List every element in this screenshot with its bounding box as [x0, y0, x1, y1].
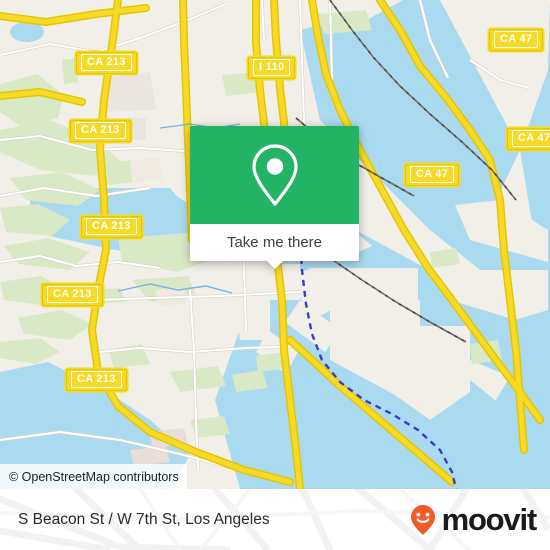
moovit-smiley-pin-icon [410, 504, 435, 535]
location-pin-icon [251, 144, 298, 206]
highway-shield-label: CA 47 [512, 130, 550, 147]
address-label: S Beacon St / W 7th St, Los Angeles [18, 510, 270, 528]
highway-shield-label: I 110 [253, 59, 291, 76]
highway-shield: CA 213 [66, 369, 127, 391]
highway-shield-label: CA 213 [47, 286, 98, 303]
bottom-info-bar: S Beacon St / W 7th St, Los Angeles moov… [0, 489, 550, 550]
highway-shield-label: CA 213 [86, 218, 137, 235]
highway-shield: CA 213 [70, 120, 131, 142]
highway-shield: CA 47 [489, 29, 544, 51]
highway-shield-label: CA 213 [81, 54, 132, 71]
highway-shield: I 110 [248, 57, 296, 79]
osm-attribution[interactable]: © OpenStreetMap contributors [0, 464, 187, 489]
moovit-wordmark: moovit [441, 502, 538, 537]
map-canvas[interactable]: CA 213 CA 213 CA 213 CA 213 CA 213 I 110… [0, 0, 550, 489]
highway-shield-label: CA 213 [75, 122, 126, 139]
osm-attribution-text: © OpenStreetMap contributors [9, 469, 179, 484]
highway-shield: CA 47 [405, 164, 460, 186]
highway-shield: CA 213 [42, 284, 103, 306]
highway-shield-label: CA 213 [71, 371, 122, 388]
highway-shield-label: CA 47 [410, 166, 455, 183]
location-popup-card[interactable]: Take me there [190, 126, 359, 269]
highway-shield: CA 47 [507, 128, 550, 150]
bottom-bar-content: S Beacon St / W 7th St, Los Angeles moov… [0, 489, 550, 550]
moovit-brand: moovit [406, 502, 538, 537]
highway-shield: CA 213 [76, 52, 137, 74]
take-me-there-label: Take me there [226, 234, 323, 251]
highway-shield: CA 213 [81, 216, 142, 238]
popup-action-footer[interactable]: Take me there [190, 224, 359, 269]
popup-pointer-tail [265, 260, 284, 269]
popup-image-area [190, 126, 359, 224]
moovit-map-screenshot: CA 213 CA 213 CA 213 CA 213 CA 213 I 110… [0, 0, 550, 550]
highway-shield-label: CA 47 [494, 31, 539, 48]
